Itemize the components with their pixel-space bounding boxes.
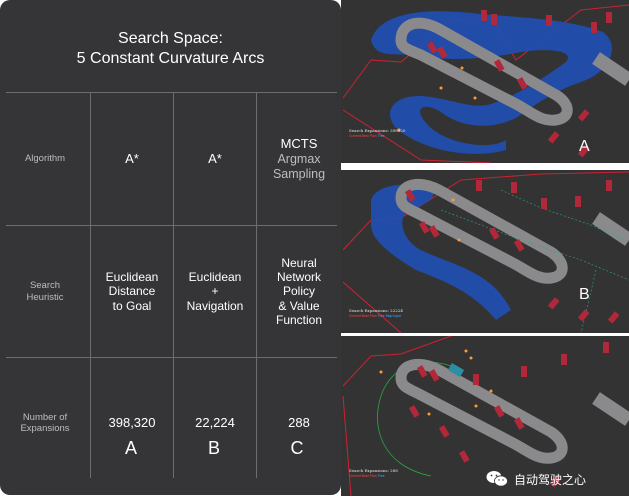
cell-algorithm-c: MCTS Argmax Sampling [257,93,341,225]
cell-text: Network [276,269,321,284]
legend-item: Best Plan [361,134,377,138]
cell-text: Policy [282,284,315,299]
cell-algorithm-b: A* [208,151,222,167]
map-legend: Current Best Plan Tree Map Input [349,314,401,318]
legend-item: Best Plan [361,314,377,318]
legend-item: Map Input [385,314,402,318]
legend-item: Current [349,134,361,138]
cell-text: & Value [278,298,320,313]
road-segment [592,212,629,246]
row-header-text: Heuristic [26,291,64,303]
cell-text: Euclidean [105,269,159,284]
road-segment [592,392,629,426]
map-legend: Current Best Plan Tree [349,474,385,478]
comparison-table: Search Space: 5 Constant Curvature Arcs … [0,0,341,495]
wechat-icon [486,471,508,487]
row-header-text: Expansions [20,423,70,434]
cell-algorithm-a: A* [125,151,139,167]
cell-heuristic-c: Neural Network Policy & Value Function [257,226,341,357]
column-letter-b: B [207,438,220,458]
map-letter-b: B [579,286,590,303]
row-header-expansions: Number of Expansions [0,358,90,488]
search-map-a: Search Expansions: 398320 Current Best P… [341,0,629,163]
expansion-caption: Search Expansions: 398320 [349,128,406,133]
cell-text: + [211,284,219,299]
column-letter-c: C [290,438,304,458]
cell-text: Neural [281,255,317,270]
search-tree-line [377,395,432,477]
cell-text: Distance [108,284,156,299]
expansion-caption: Search Expansions: 22224 [349,308,403,313]
cell-text: Argmax [277,151,321,166]
map-legend: Current Best Plan Tree [349,134,385,138]
legend-item: Tree [377,314,385,318]
row-header-text: Search [29,280,61,292]
legend-item: Tree [377,474,385,478]
table-title: Search Space: 5 Constant Curvature Arcs [0,0,341,92]
expansion-caption: Search Expansions: 288 [349,468,398,473]
row-header-search-heuristic: Search Heuristic [0,226,90,357]
watermark-text: 自动驾驶之心 [514,472,587,487]
map-letter-a: A [579,138,590,155]
row-header-algorithm: Algorithm [24,153,66,165]
row-header-text: Number of [22,411,68,423]
cell-expansions-a: 398,320 [108,415,156,431]
legend-item: Tree [377,134,385,138]
cell-text: Navigation [186,298,244,313]
legend-item: Current [349,314,361,318]
cell-heuristic-a: Euclidean Distance to Goal [91,226,173,357]
cell-heuristic-b: Euclidean + Navigation [174,226,256,357]
search-map-b: Search Expansions: 22224 Current Best Pl… [341,170,629,333]
legend-item: Current [349,474,361,478]
title-line-2: 5 Constant Curvature Arcs [76,50,265,67]
cell-text: MCTS [280,136,318,152]
road-loop [395,358,568,464]
column-letter-a: A [124,438,137,458]
legend-item: Best Plan [361,474,377,478]
cell-expansions-b: 22,224 [195,415,235,431]
watermark: 自动驾驶之心 [486,469,626,489]
cell-text: Function [275,313,323,328]
parking-boundary [342,395,352,496]
cell-text: Sampling [272,166,326,181]
cell-text: to Goal [112,298,152,313]
cell-text: Euclidean [188,269,242,284]
road-segment [592,52,629,86]
cell-expansions-c: 288 [288,415,310,431]
title-line-1: Search Space: [118,30,223,47]
